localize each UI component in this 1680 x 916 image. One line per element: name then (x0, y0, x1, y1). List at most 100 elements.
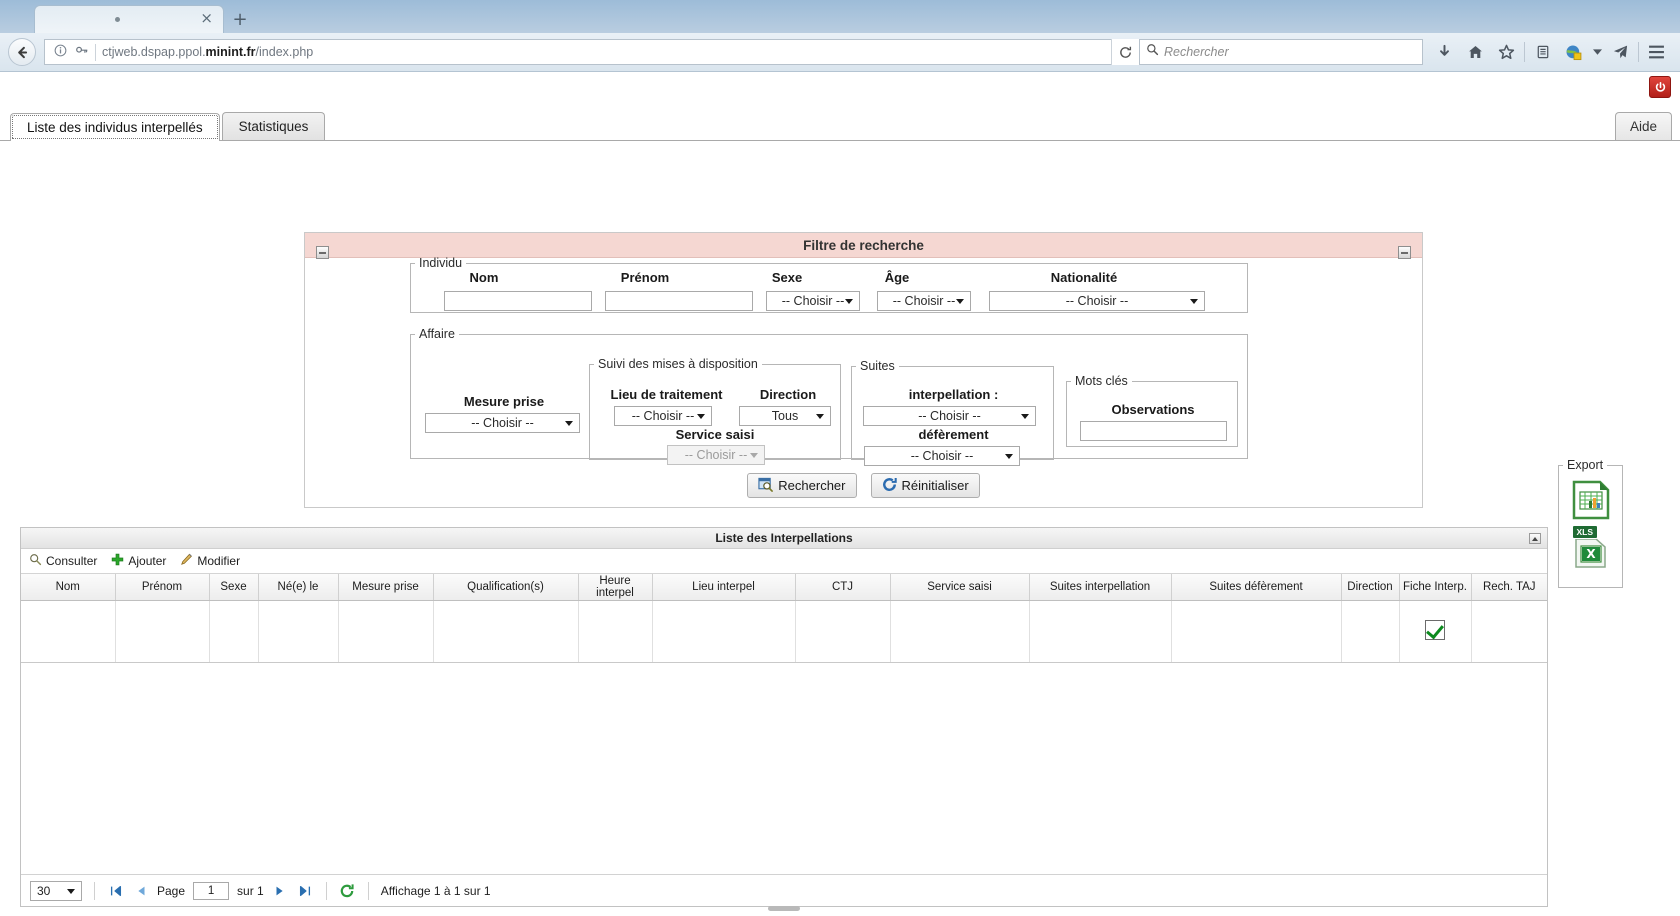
search-input[interactable]: Rechercher (1164, 45, 1229, 59)
label-nationalite: Nationalité (1050, 270, 1118, 285)
pager-divider-2 (325, 881, 327, 900)
col-service-saisi[interactable]: Service saisi (890, 574, 1030, 601)
tab-statistiques[interactable]: Statistiques (221, 112, 326, 140)
page-info-icon[interactable] (49, 44, 71, 60)
modifier-button[interactable]: Modifier (180, 553, 240, 569)
col-nom[interactable]: Nom (21, 574, 116, 601)
chevron-down-icon (956, 299, 964, 304)
select-nationalite[interactable]: -- Choisir -- (989, 291, 1205, 311)
check-icon[interactable] (1425, 620, 1445, 640)
next-page-icon[interactable] (272, 882, 289, 899)
reset-button[interactable]: Réinitialiser (870, 473, 980, 498)
results-list-panel: Liste des Interpellations Consulter Ajou… (20, 527, 1548, 907)
send-icon[interactable] (1605, 37, 1636, 67)
search-button[interactable]: Rechercher (747, 473, 857, 498)
favicon (115, 17, 120, 22)
select-suites-deferement[interactable]: -- Choisir -- (864, 446, 1020, 466)
label-observations: Observations (1111, 402, 1195, 417)
cell-suites-interpellation (1029, 600, 1172, 663)
tab-aide[interactable]: Aide (1614, 112, 1672, 140)
table-header-row: Nom Prénom Sexe Né(e) le Mesure prise Qu… (21, 574, 1547, 601)
col-prenom[interactable]: Prénom (115, 574, 210, 601)
xls-export-icon[interactable]: XLS X (1571, 525, 1608, 574)
page-size-select[interactable]: 30 (30, 880, 82, 901)
new-tab-button[interactable]: + (226, 5, 254, 33)
select-lieu-traitement[interactable]: -- Choisir -- (614, 406, 712, 426)
ajouter-label: Ajouter (128, 554, 167, 568)
select-service-saisi[interactable]: -- Choisir -- (667, 445, 765, 465)
spreadsheet-export-icon[interactable] (1571, 480, 1611, 525)
select-age-value: -- Choisir -- (892, 294, 956, 308)
collapse-up-icon[interactable] (1529, 533, 1541, 544)
download-icon[interactable] (1429, 37, 1460, 67)
input-nom[interactable] (444, 291, 592, 311)
close-tab-icon[interactable]: × (200, 11, 213, 26)
chevron-down-icon (565, 421, 573, 426)
home-icon[interactable] (1460, 37, 1491, 67)
select-sexe[interactable]: -- Choisir -- (766, 291, 860, 311)
select-lieu-traitement-value: -- Choisir -- (631, 409, 695, 423)
scrollbar-thumb[interactable] (768, 906, 800, 911)
fieldset-suivi-mad: Suivi des mises à disposition Lieu de tr… (589, 357, 841, 465)
page-content: Liste des individus interpellés Statisti… (0, 72, 1680, 916)
ajouter-button[interactable]: Ajouter (111, 553, 166, 569)
hamburger-menu-icon[interactable] (1641, 37, 1672, 67)
list-toolbar: Consulter Ajouter Modifier (21, 549, 1547, 574)
horizontal-scrollbar[interactable] (0, 906, 1680, 914)
reload-icon[interactable] (1111, 39, 1139, 65)
col-ctj[interactable]: CTJ (795, 574, 891, 601)
collapse-right-icon[interactable] (1398, 246, 1411, 259)
col-lieu-interpel[interactable]: Lieu interpel (652, 574, 796, 601)
cell-heure-interpel (578, 600, 653, 663)
refresh-circle-icon (882, 477, 897, 495)
chevron-down-icon (697, 414, 705, 419)
last-page-icon[interactable] (297, 882, 314, 899)
col-rech-taj[interactable]: Rech. TAJ (1471, 574, 1547, 601)
consulter-button[interactable]: Consulter (29, 553, 97, 569)
plus-icon (111, 553, 124, 569)
logout-power-button[interactable] (1649, 76, 1671, 98)
search-icon (1146, 43, 1159, 61)
tab-liste-individus[interactable]: Liste des individus interpellés (10, 113, 220, 141)
select-mesure-prise[interactable]: -- Choisir -- (425, 413, 580, 433)
label-sexe: Sexe (771, 270, 803, 285)
col-heure-interpel[interactable]: Heure interpel (578, 574, 653, 601)
page-total-label: sur 1 (237, 883, 264, 898)
first-page-icon[interactable] (107, 882, 124, 899)
reader-list-icon[interactable] (1527, 37, 1558, 67)
select-direction[interactable]: Tous (739, 406, 831, 426)
table-row[interactable] (21, 600, 1547, 663)
cell-service-saisi (890, 600, 1030, 663)
cell-fiche-interp[interactable] (1399, 600, 1472, 663)
page-number-input[interactable]: 1 (193, 881, 230, 900)
pagination-status: Affichage 1 à 1 sur 1 (380, 883, 491, 898)
chevron-down-icon[interactable] (1589, 37, 1605, 67)
col-direction[interactable]: Direction (1341, 574, 1400, 601)
xls-badge: XLS (1571, 525, 1599, 539)
col-suites-deferement[interactable]: Suites défèrement (1171, 574, 1342, 601)
url-bar[interactable]: ctjweb.dspap.ppol.minint.fr/index.php (44, 39, 1137, 65)
pager-divider-1 (94, 881, 95, 900)
globe-icon[interactable] (1558, 37, 1589, 67)
col-suites-interpellation[interactable]: Suites interpellation (1029, 574, 1172, 601)
prev-page-icon[interactable] (132, 882, 149, 899)
input-prenom[interactable] (605, 291, 753, 311)
star-icon[interactable] (1491, 37, 1522, 67)
browser-search-bar[interactable]: Rechercher (1139, 39, 1423, 65)
back-arrow-icon[interactable] (8, 38, 36, 66)
refresh-icon[interactable] (339, 882, 356, 899)
input-observations[interactable] (1080, 421, 1227, 441)
legend-suivi-mad: Suivi des mises à disposition (598, 357, 758, 371)
col-ne-le[interactable]: Né(e) le (258, 574, 339, 601)
select-suites-interpellation[interactable]: -- Choisir -- (863, 406, 1036, 426)
col-mesure-prise[interactable]: Mesure prise (338, 574, 434, 601)
collapse-left-icon[interactable] (316, 246, 329, 259)
col-qualifications[interactable]: Qualification(s) (433, 574, 579, 601)
chevron-down-icon (1021, 414, 1029, 419)
col-fiche-interp[interactable]: Fiche Interp. (1399, 574, 1472, 601)
select-age[interactable]: -- Choisir -- (877, 291, 971, 311)
browser-tab[interactable]: × (34, 5, 224, 33)
col-sexe[interactable]: Sexe (209, 574, 259, 601)
chevron-down-icon (750, 453, 758, 458)
key-icon[interactable] (71, 44, 93, 60)
